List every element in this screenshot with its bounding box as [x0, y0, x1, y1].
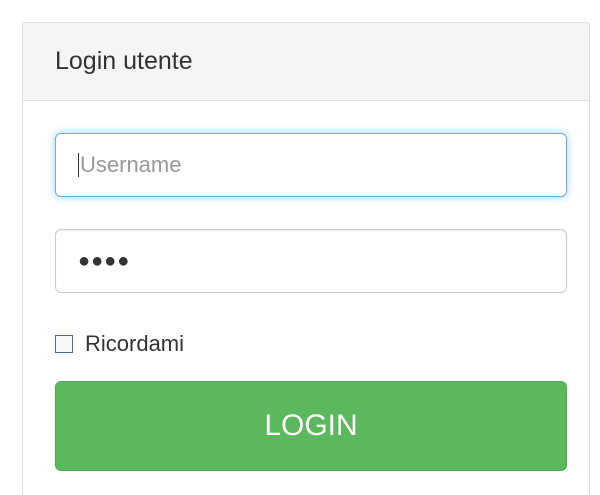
remember-label[interactable]: Ricordami [85, 331, 184, 357]
login-panel: Login utente Username ●●●● Ricordami LOG… [22, 22, 590, 495]
remember-me[interactable]: Ricordami [55, 331, 184, 357]
password-masked-value: ●●●● [78, 249, 131, 272]
remember-checkbox[interactable] [55, 335, 73, 353]
panel-title: Login utente [55, 47, 193, 75]
login-button[interactable]: LOGIN [55, 381, 567, 471]
password-input[interactable]: ●●●● [55, 229, 567, 293]
username-input[interactable]: Username [55, 133, 567, 197]
panel-heading: Login utente [23, 23, 589, 101]
text-caret [78, 153, 79, 177]
username-placeholder: Username [80, 152, 182, 177]
